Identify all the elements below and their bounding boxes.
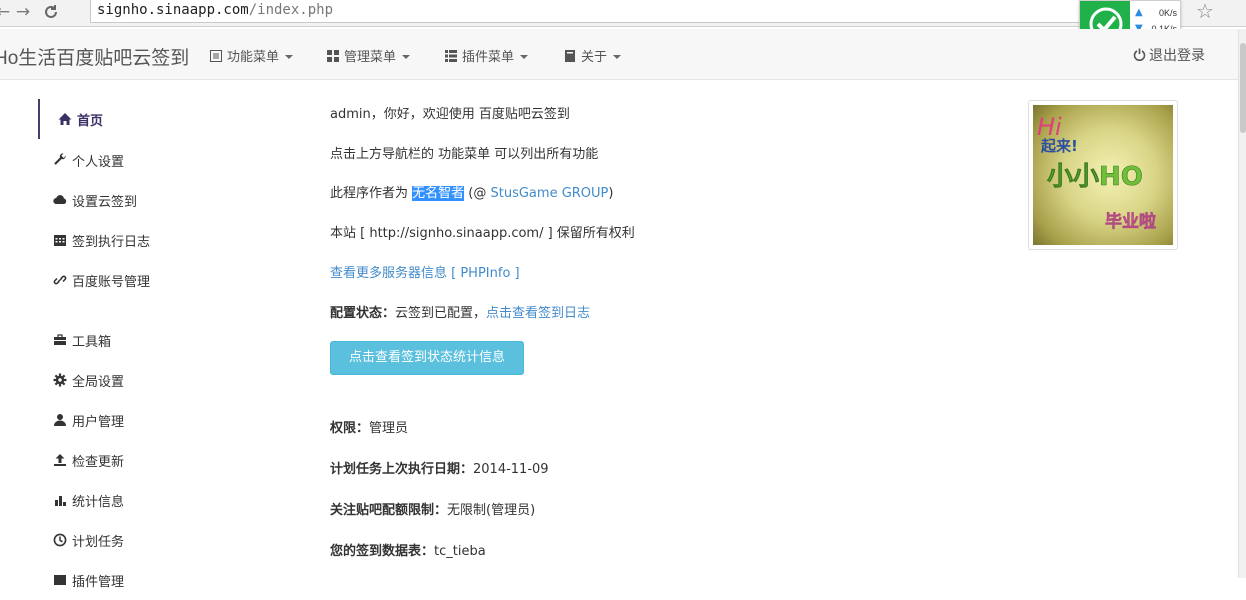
sidebar-item-label: 首页 bbox=[77, 113, 104, 129]
user-icon bbox=[54, 414, 66, 426]
clock-icon bbox=[53, 533, 67, 547]
config-value: 云签到已配置， bbox=[395, 306, 487, 321]
menu-about[interactable]: 关于 bbox=[564, 46, 622, 65]
grid-icon bbox=[327, 49, 339, 62]
sidebar-item-sign-log[interactable]: 签到执行日志 bbox=[38, 220, 268, 260]
menu-admin-label: 管理菜单 bbox=[344, 50, 397, 65]
permission-label: 权限： bbox=[330, 421, 370, 436]
permission-value: 管理员 bbox=[369, 421, 409, 436]
author-group-link[interactable]: StusGame GROUP bbox=[491, 186, 609, 201]
site-brand[interactable]: Ho生活百度贴吧云签到 bbox=[0, 43, 189, 70]
reload-icon[interactable] bbox=[40, 1, 62, 23]
book-icon bbox=[565, 49, 575, 62]
user-avatar: Hi 起来! 小小HO 毕业啦 bbox=[1028, 100, 1178, 250]
sidebar-item-user-management[interactable]: 用户管理 bbox=[38, 400, 268, 440]
config-status-line: 配置状态：云签到已配置，点击查看签到日志 bbox=[330, 302, 590, 321]
cron-label: 计划任务上次执行日期： bbox=[330, 462, 474, 477]
view-stats-button[interactable]: 点击查看签到状态统计信息 bbox=[330, 341, 524, 375]
avatar-line2-text: 小小HO bbox=[1047, 162, 1143, 192]
sidebar-item-toolbox[interactable]: 工具箱 bbox=[38, 320, 268, 360]
forward-icon[interactable]: → bbox=[12, 1, 34, 23]
hint-text: 点击上方导航栏的 功能菜单 可以列出所有功能 bbox=[330, 147, 599, 162]
cron-line: 计划任务上次执行日期：2014-11-09 bbox=[330, 458, 549, 477]
power-icon bbox=[1133, 48, 1146, 62]
sidebar-item-check-update[interactable]: 检查更新 bbox=[38, 440, 268, 480]
author-suffix: ) bbox=[608, 186, 614, 201]
limit-line: 关注贴吧配额限制：无限制(管理员) bbox=[330, 499, 535, 518]
stats-icon bbox=[55, 496, 66, 506]
scrollbar-thumb[interactable] bbox=[1240, 43, 1246, 133]
sidebar-item-plugins[interactable]: 插件管理 bbox=[38, 560, 268, 600]
table-value: tc_tieba bbox=[434, 544, 486, 559]
menu-plugins-label: 插件菜单 bbox=[462, 50, 515, 65]
sidebar-item-label: 统计信息 bbox=[72, 494, 125, 510]
limit-value: 无限制(管理员) bbox=[447, 503, 536, 518]
cron-value: 2014-11-09 bbox=[473, 462, 549, 477]
sidebar-item-profile[interactable]: 个人设置 bbox=[38, 140, 268, 180]
author-mid: (@ bbox=[464, 186, 491, 201]
menu-features[interactable]: 功能菜单 bbox=[210, 46, 294, 65]
bookmark-star-icon[interactable]: ☆ bbox=[1196, 0, 1214, 22]
address-text: signho.sinaapp.com/index.php bbox=[97, 2, 334, 18]
wrench-icon bbox=[54, 153, 66, 165]
sidebar-item-label: 用户管理 bbox=[72, 414, 125, 430]
sidebar-item-label: 设置云签到 bbox=[72, 194, 138, 210]
sidebar-item-label: 签到执行日志 bbox=[72, 234, 151, 250]
server-info-link[interactable]: 查看更多服务器信息 [ PHPInfo ] bbox=[330, 262, 520, 281]
sidebar-item-cloud-sign[interactable]: 设置云签到 bbox=[38, 180, 268, 220]
sidebar-item-home[interactable]: 首页 bbox=[38, 99, 268, 139]
link-icon bbox=[53, 275, 67, 285]
sidebar-item-statistics[interactable]: 统计信息 bbox=[38, 480, 268, 520]
arrow-up-icon: ▲ bbox=[1135, 7, 1143, 18]
address-bar[interactable]: signho.sinaapp.com/index.php bbox=[90, 0, 1090, 23]
caret-down-icon bbox=[402, 54, 411, 59]
menu-admin[interactable]: 管理菜单 bbox=[327, 46, 411, 65]
avatar-line1-text: 起来! bbox=[1040, 137, 1078, 155]
sidebar-item-label: 计划任务 bbox=[72, 534, 125, 550]
th-list-icon bbox=[445, 49, 457, 62]
sidebar-item-label: 工具箱 bbox=[72, 334, 112, 350]
calendar-icon bbox=[54, 235, 66, 246]
author-line: 此程序作者为 无名智者 (@ StusGame GROUP) bbox=[330, 182, 613, 201]
menu-plugins[interactable]: 插件菜单 bbox=[445, 46, 529, 65]
avatar-line3-text: 毕业啦 bbox=[1105, 211, 1156, 232]
sidebar-item-label: 个人设置 bbox=[72, 154, 125, 170]
welcome-text: admin，你好，欢迎使用 百度贴吧云签到 bbox=[330, 107, 570, 122]
author-prefix: 此程序作者为 bbox=[330, 186, 413, 201]
upload-icon bbox=[54, 454, 66, 466]
limit-label: 关注贴吧配额限制： bbox=[330, 503, 448, 518]
author-name: 无名智者 bbox=[412, 186, 465, 201]
sidebar-item-cron[interactable]: 计划任务 bbox=[38, 520, 268, 560]
caret-down-icon bbox=[520, 54, 529, 59]
sidebar-item-label: 检查更新 bbox=[72, 454, 125, 470]
site-rights-text: 本站 [ http://signho.sinaapp.com/ ] 保留所有权利 bbox=[330, 226, 635, 241]
sidebar-item-label: 全局设置 bbox=[72, 374, 125, 390]
sidebar-item-label: 插件管理 bbox=[72, 574, 125, 590]
sign-log-link[interactable]: 点击查看签到日志 bbox=[486, 306, 590, 321]
table-label: 您的签到数据表： bbox=[330, 544, 435, 559]
caret-down-icon bbox=[613, 54, 622, 59]
page-scrollbar[interactable] bbox=[1238, 29, 1246, 578]
list-icon bbox=[210, 49, 222, 62]
avatar-image: Hi 起来! 小小HO 毕业啦 bbox=[1033, 105, 1173, 245]
cog-icon bbox=[53, 373, 67, 387]
plugin-icon bbox=[54, 575, 66, 585]
briefcase-icon bbox=[54, 334, 66, 345]
permission-line: 权限：管理员 bbox=[330, 417, 408, 436]
menu-about-label: 关于 bbox=[581, 50, 608, 65]
caret-down-icon bbox=[285, 54, 294, 59]
config-label: 配置状态： bbox=[330, 306, 396, 321]
sidebar-item-global-settings[interactable]: 全局设置 bbox=[38, 360, 268, 400]
logout-link[interactable]: 退出登录 bbox=[1133, 45, 1205, 65]
site-navbar: Ho生活百度贴吧云签到 功能菜单 管理菜单 插件菜单 关于 退出登录 bbox=[0, 29, 1246, 80]
browser-toolbar: ← → signho.sinaapp.com/index.php ☆ bbox=[0, 0, 1246, 27]
home-icon bbox=[58, 113, 72, 125]
table-line: 您的签到数据表：tc_tieba bbox=[330, 540, 486, 559]
logout-label: 退出登录 bbox=[1149, 48, 1205, 64]
sidebar-item-baidu-accounts[interactable]: 百度账号管理 bbox=[38, 260, 268, 300]
sidebar-item-label: 百度账号管理 bbox=[72, 274, 151, 290]
cloud-icon bbox=[53, 195, 67, 205]
menu-features-label: 功能菜单 bbox=[227, 50, 280, 65]
